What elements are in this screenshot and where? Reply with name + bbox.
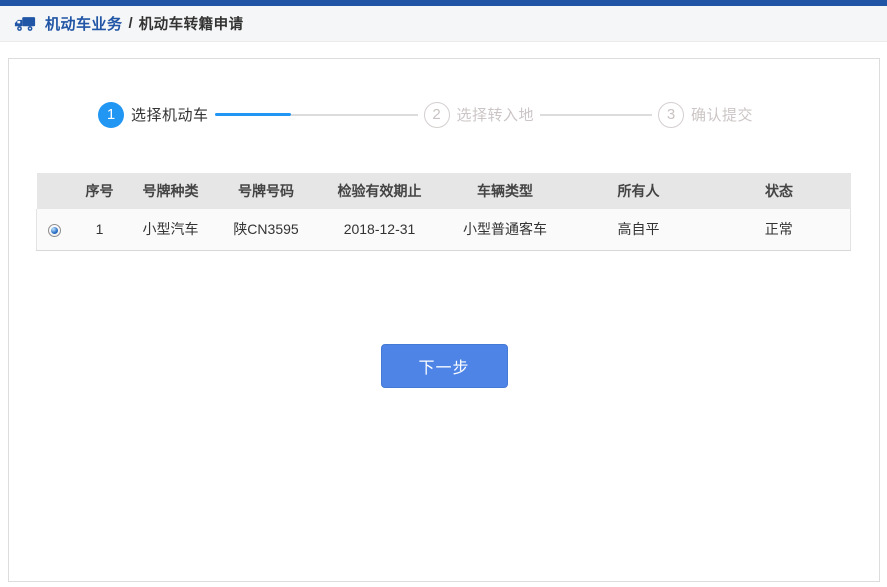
row-select-radio[interactable] <box>48 224 61 237</box>
cell-owner: 高自平 <box>570 209 708 250</box>
column-header-radio <box>37 173 72 209</box>
stepper-track <box>540 114 652 116</box>
column-header-index: 序号 <box>72 173 128 209</box>
column-header-owner: 所有人 <box>570 173 708 209</box>
column-header-vehicle-type: 车辆类型 <box>441 173 570 209</box>
step-1-circle: 1 <box>98 102 124 128</box>
next-step-button[interactable]: 下一步 <box>381 344 508 388</box>
step-2-circle: 2 <box>424 102 450 128</box>
cell-index: 1 <box>72 209 128 250</box>
stepper-track <box>291 114 418 116</box>
column-header-status: 状态 <box>708 173 851 209</box>
radio-dot <box>51 227 58 234</box>
stepper-progress-fill <box>215 113 291 116</box>
truck-icon <box>14 15 36 32</box>
table-row[interactable]: 1 小型汽车 陕CN3595 2018-12-31 小型普通客车 高自平 正常 <box>37 209 851 250</box>
step-3-label: 确认提交 <box>691 104 753 125</box>
step-2-label: 选择转入地 <box>457 104 535 125</box>
breadcrumb-separator: / <box>129 15 133 32</box>
content-card: 1 选择机动车 2 选择转入地 3 确认提交 序号 号牌种类 <box>8 58 880 582</box>
breadcrumb-section-vehicle-services[interactable]: 机动车业务 <box>45 13 123 34</box>
step-2-select-destination: 2 选择转入地 <box>424 102 535 128</box>
cell-inspection-valid-until: 2018-12-31 <box>319 209 441 250</box>
step-1-label: 选择机动车 <box>131 104 209 125</box>
table-header-row: 序号 号牌种类 号牌号码 检验有效期止 车辆类型 所有人 状态 <box>37 173 851 209</box>
breadcrumb: 机动车业务 / 机动车转籍申请 <box>0 6 887 42</box>
cell-vehicle-type: 小型普通客车 <box>441 209 570 250</box>
step-3-circle: 3 <box>658 102 684 128</box>
cell-plate-number: 陕CN3595 <box>214 209 319 250</box>
page-title: 机动车转籍申请 <box>139 13 244 34</box>
stepper-connector-2 <box>540 114 652 116</box>
cell-radio <box>37 209 72 250</box>
column-header-plate-type: 号牌种类 <box>128 173 214 209</box>
vehicle-table: 序号 号牌种类 号牌号码 检验有效期止 车辆类型 所有人 状态 1 小型汽车 陕… <box>36 173 851 251</box>
cell-plate-type: 小型汽车 <box>128 209 214 250</box>
actions-area: 下一步 <box>9 344 879 388</box>
column-header-inspection-valid-until: 检验有效期止 <box>319 173 441 209</box>
step-1-select-vehicle: 1 选择机动车 <box>98 102 209 128</box>
stepper-connector-1 <box>215 113 418 116</box>
stepper: 1 选择机动车 2 选择转入地 3 确认提交 <box>98 101 879 128</box>
cell-status: 正常 <box>708 209 851 250</box>
column-header-plate-number: 号牌号码 <box>214 173 319 209</box>
step-3-confirm-submit: 3 确认提交 <box>658 102 753 128</box>
